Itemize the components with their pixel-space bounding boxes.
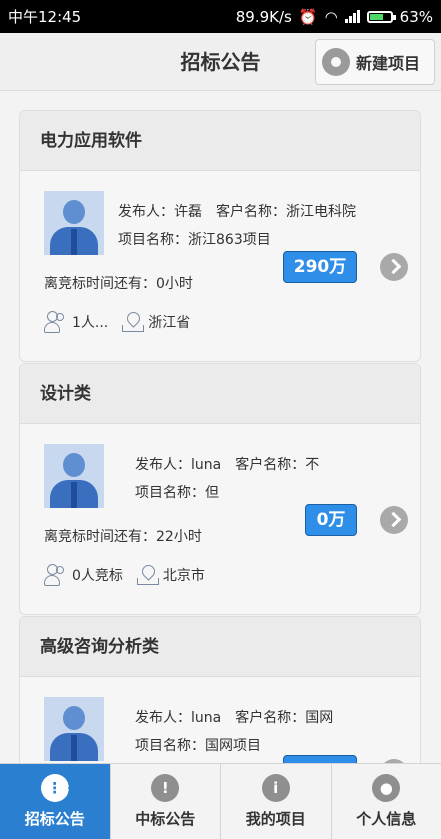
bidder-count: 1人... (72, 315, 109, 331)
tab-personal-info[interactable]: ● 个人信息 (332, 764, 441, 839)
signal-icon (344, 10, 360, 23)
status-bar: 中午12:45 89.9K/s ⏰ ◠ 63% (0, 0, 441, 33)
tab-label: 我的项目 (245, 810, 306, 828)
chevron-right-icon[interactable] (380, 506, 408, 534)
app-header: 招标公告 新建项目 (0, 33, 441, 91)
tab-my-projects[interactable]: i 我的项目 (221, 764, 332, 839)
publisher: 发布人：luna (135, 457, 222, 473)
new-project-label: 新建项目 (356, 54, 421, 73)
wifi-icon: ◠ (324, 7, 338, 26)
status-time: 中午12:45 (8, 8, 82, 26)
grid-icon: ⋮⋮⋮ (32, 774, 77, 802)
battery-icon (366, 10, 396, 23)
info-icon: i (261, 774, 290, 802)
card-category: 设计类 (20, 364, 420, 424)
price-badge (283, 755, 357, 763)
tender-card[interactable]: 高级咨询分析类 发布人：luna 客户名称：国网 项目名称：国网项目 (19, 616, 421, 763)
tab-label: 个人信息 (356, 810, 417, 828)
battery-percent: 63% (399, 7, 433, 26)
tab-award-notices[interactable]: ! 中标公告 (111, 764, 221, 839)
avatar (44, 697, 104, 761)
gear-icon (322, 48, 350, 76)
project-name: 项目名称：但 (135, 485, 219, 501)
user-icon: ● (372, 774, 401, 802)
location: 北京市 (162, 568, 205, 584)
location-pin-icon (122, 311, 145, 333)
new-project-button[interactable]: 新建项目 (315, 39, 435, 85)
people-icon (44, 564, 70, 586)
price-badge: 0万 (305, 504, 357, 536)
chevron-right-icon[interactable] (380, 253, 408, 281)
card-category: 高级咨询分析类 (20, 617, 420, 677)
client-name: 客户名称：浙江电科院 (216, 204, 356, 220)
location: 浙江省 (148, 315, 191, 331)
price-badge: 290万 (283, 251, 357, 283)
publisher: 发布人：luna (135, 710, 222, 726)
alarm-off-icon: ⏰ (298, 7, 318, 26)
tab-label: 招标公告 (24, 810, 85, 828)
tender-card[interactable]: 电力应用软件 发布人：许磊 客户名称：浙江电科院 项目名称：浙江863项目 离竞标… (19, 110, 421, 362)
avatar (44, 444, 104, 508)
bottom-tab-bar: ⋮⋮⋮ 招标公告 ! 中标公告 i 我的项目 ● 个人信息 (0, 763, 441, 839)
tender-card[interactable]: 设计类 发布人：luna 客户名称：不 项目名称：但 离竞标时间还有：22小时 0… (19, 363, 421, 615)
deadline: 离竞标时间还有：0小时 (44, 276, 193, 292)
network-speed: 89.9K/s (235, 7, 292, 26)
publisher: 发布人：许磊 (118, 204, 202, 220)
card-category: 电力应用软件 (20, 111, 420, 171)
project-name: 项目名称：浙江863项目 (118, 232, 271, 248)
client-name: 客户名称：不 (235, 457, 320, 473)
avatar (44, 191, 104, 255)
deadline: 离竞标时间还有：22小时 (44, 529, 202, 545)
tab-tender-notices[interactable]: ⋮⋮⋮ 招标公告 (0, 764, 111, 839)
alert-icon: ! (151, 774, 180, 802)
location-pin-icon (136, 564, 159, 586)
tender-list[interactable]: 电力应用软件 发布人：许磊 客户名称：浙江电科院 项目名称：浙江863项目 离竞标… (0, 92, 441, 763)
people-icon (44, 311, 70, 333)
tab-label: 中标公告 (135, 810, 196, 828)
bidder-count: 0人竞标 (72, 568, 123, 584)
client-name: 客户名称：国网 (235, 710, 334, 726)
project-name: 项目名称：国网项目 (135, 738, 261, 754)
